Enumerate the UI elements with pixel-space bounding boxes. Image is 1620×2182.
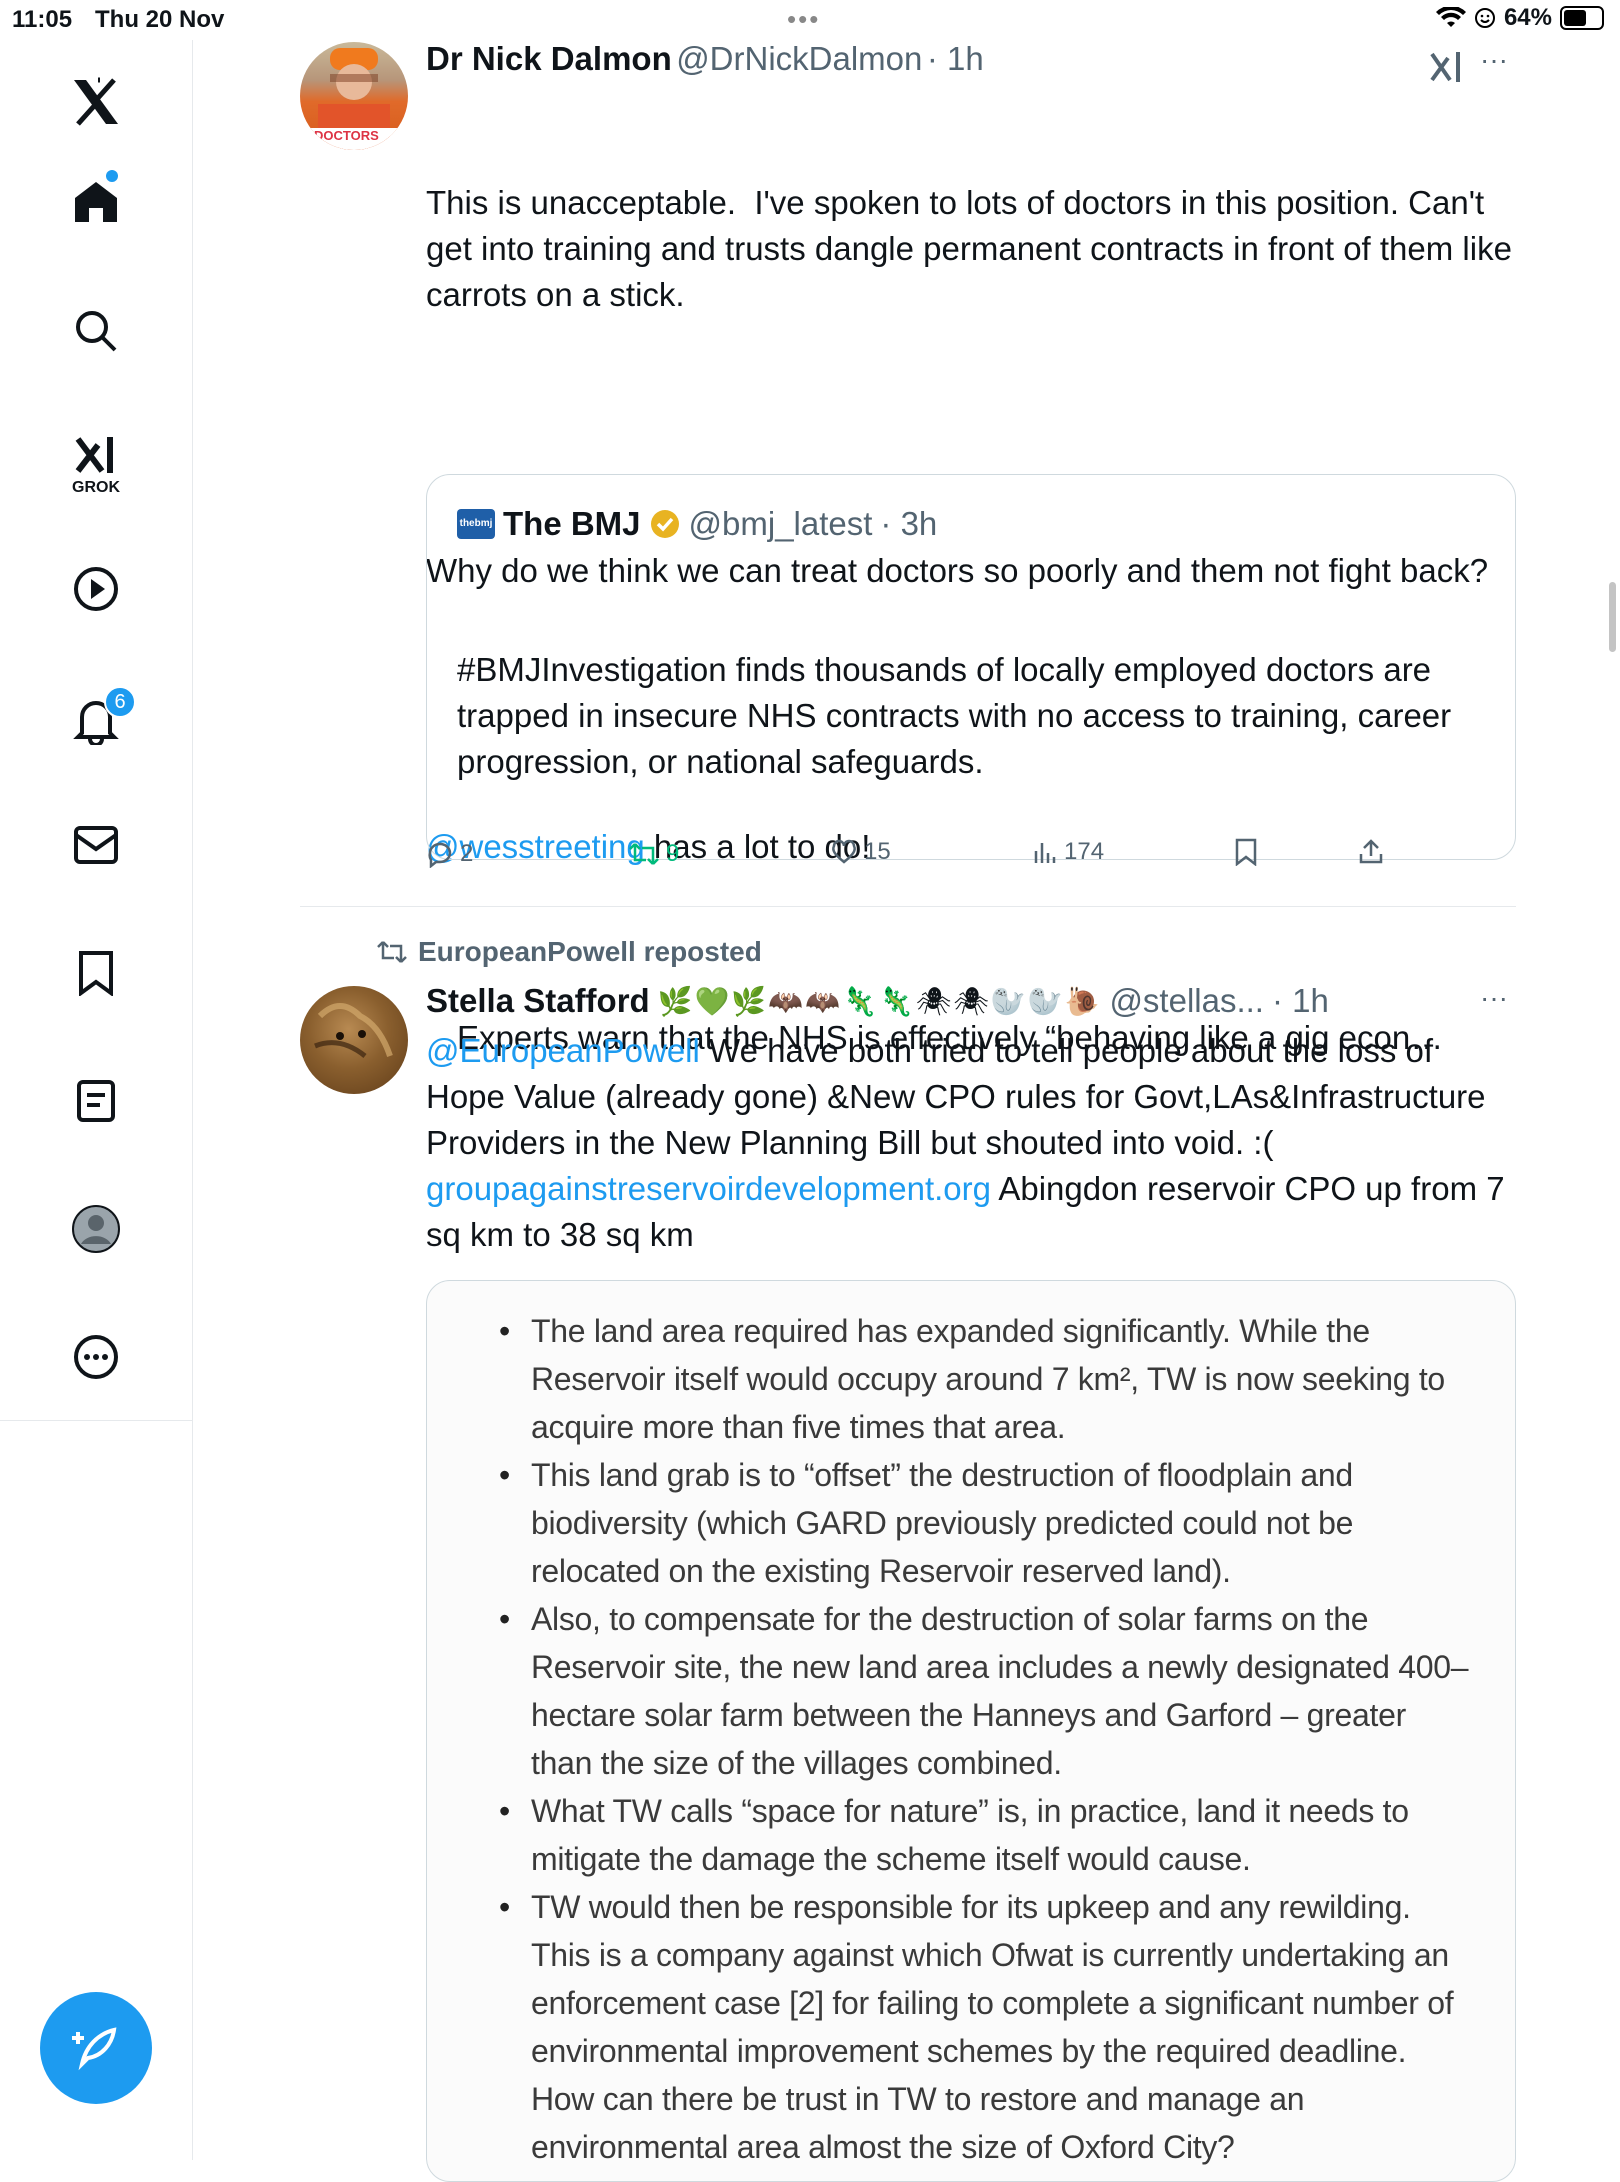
sidebar-item-more[interactable] — [0, 1314, 192, 1400]
bookmark-icon — [1235, 838, 1257, 866]
home-unread-dot — [106, 170, 118, 182]
compose-icon — [72, 2027, 117, 2071]
battery-percent: 64% — [1503, 4, 1552, 31]
reply-button[interactable]: 2 — [426, 840, 473, 868]
avatar-sign-text: DOCTORS — [314, 128, 379, 143]
repost-label[interactable]: EuropeanPowell reposted — [418, 936, 762, 968]
profile-icon — [72, 1205, 120, 1253]
tweet-divider — [300, 906, 1516, 907]
avatar-nick-dalmon[interactable]: DOCTORS — [300, 42, 408, 150]
quote-time: · 3h — [880, 505, 938, 542]
sidebar-item-notifications[interactable]: 6 — [0, 672, 192, 768]
scrollbar[interactable] — [1609, 582, 1616, 652]
sidebar-nav: GROK 6 — [0, 40, 193, 2160]
heart-icon — [832, 839, 856, 864]
tweet-header: Dr Nick Dalmon @DrNickDalmon · 1h — [426, 40, 984, 78]
repost-context: EuropeanPowell reposted — [376, 936, 762, 968]
image-bullet-item: The land area required has expanded sign… — [499, 1307, 1475, 1451]
sidebar-item-videos[interactable] — [0, 546, 192, 632]
sidebar-divider — [0, 1420, 192, 1421]
image-bullet-item: What TW calls “space for nature” is, in … — [499, 1787, 1475, 1883]
grok-explain-icon[interactable] — [1428, 48, 1464, 84]
reply-icon — [428, 842, 452, 868]
quote-author-name: The BMJ — [503, 505, 641, 542]
sidebar-item-search[interactable] — [0, 288, 192, 374]
share-button[interactable] — [1358, 838, 1384, 866]
sidebar-item-messages[interactable] — [0, 802, 192, 888]
x-logo-icon[interactable] — [0, 62, 192, 142]
search-icon — [76, 311, 117, 352]
grok-label: GROK — [72, 479, 120, 496]
sidebar-item-home[interactable] — [0, 158, 192, 244]
avatar-stella-stafford[interactable] — [300, 986, 408, 1094]
status-right: 64% — [1435, 4, 1604, 32]
sidebar-item-lists[interactable] — [0, 1058, 192, 1144]
tweet-header: Stella Stafford 🌿💚🌿🦇🦇🦎🦎🕷🕷🦭🦭🐌 @stellas...… — [426, 982, 1329, 1020]
repost-icon — [377, 941, 407, 963]
author-handle[interactable]: @DrNickDalmon — [676, 40, 922, 77]
play-icon — [74, 567, 118, 611]
more-icon — [74, 1335, 118, 1379]
bookmark-button[interactable] — [1234, 838, 1258, 866]
image-bullet-item: Also, to compensate for the destruction … — [499, 1595, 1475, 1787]
more-options-icon[interactable]: ··· — [1480, 982, 1508, 1014]
views-button[interactable]: 174 — [1032, 838, 1104, 866]
home-icon — [75, 182, 117, 222]
repost-icon — [629, 843, 659, 865]
views-icon — [1034, 843, 1056, 863]
views-count: 174 — [1064, 838, 1105, 865]
tweet-text-1: This is unacceptable. I've spoken to lot… — [426, 184, 1522, 313]
tweet-nick-dalmon[interactable]: DOCTORS Dr Nick Dalmon @DrNickDalmon · 1… — [300, 40, 1522, 1056]
compose-button[interactable] — [40, 1992, 152, 2104]
author-handle[interactable]: @stellas... — [1109, 982, 1264, 1020]
author-name[interactable]: Stella Stafford — [426, 982, 650, 1020]
sidebar-item-bookmarks[interactable] — [0, 930, 192, 1016]
verified-gold-icon — [650, 510, 679, 538]
quote-text-1: #BMJInvestigation finds thousands of loc… — [457, 651, 1461, 780]
attached-image[interactable]: The land area required has expanded sign… — [426, 1280, 1516, 2182]
share-icon — [1359, 839, 1383, 864]
status-bar: 11:05 Thu 20 Nov ••• 64% — [0, 0, 1620, 40]
focus-face-icon — [1474, 8, 1495, 28]
status-time: 11:05 — [12, 6, 73, 33]
tweet-body: @EuropeanPowell We have both tried to te… — [426, 1028, 1516, 1258]
bookmark-icon — [79, 951, 113, 996]
notifications-badge: 6 — [104, 686, 136, 718]
multitasking-dots-icon[interactable]: ••• — [787, 4, 820, 35]
quote-header: thebmj The BMJ @bmj_latest · 3h — [457, 505, 937, 543]
bmj-logo: thebmj — [457, 509, 495, 539]
mail-icon — [74, 826, 118, 864]
battery-icon — [1560, 6, 1604, 30]
tweet-time[interactable]: · 1h — [1272, 982, 1329, 1020]
author-name[interactable]: Dr Nick Dalmon — [426, 40, 672, 77]
list-icon — [77, 1080, 115, 1122]
sidebar-item-grok[interactable]: GROK — [0, 416, 192, 512]
sidebar-item-profile[interactable] — [0, 1186, 192, 1272]
reply-count: 2 — [460, 840, 474, 867]
repost-button[interactable]: 9 — [628, 840, 679, 868]
tweet-time[interactable]: · 1h — [927, 40, 984, 77]
wifi-icon — [1435, 7, 1466, 27]
image-bullet-list: The land area required has expanded sign… — [427, 1281, 1515, 2171]
like-button[interactable]: 15 — [830, 838, 891, 866]
website-link[interactable]: groupagainstreservoirdevelopment.org — [426, 1170, 991, 1207]
quoted-tweet-bmj[interactable]: thebmj The BMJ @bmj_latest · 3h #BMJInve… — [426, 474, 1516, 1056]
status-date: Thu 20 Nov — [95, 6, 225, 33]
more-options-icon[interactable]: ··· — [1480, 44, 1508, 76]
mention-link[interactable]: @EuropeanPowell — [426, 1032, 700, 1069]
quote-author-handle: @bmj_latest — [688, 505, 873, 542]
name-emojis: 🌿💚🌿🦇🦇🦎🦎🕷🕷🦭🦭🐌 — [657, 985, 1102, 1017]
like-count: 15 — [864, 838, 891, 865]
grok-icon — [75, 437, 113, 473]
image-bullet-item: TW would then be responsible for its upk… — [499, 1883, 1475, 2171]
repost-count: 9 — [666, 840, 680, 867]
image-bullet-item: This land grab is to “offset” the destru… — [499, 1451, 1475, 1595]
